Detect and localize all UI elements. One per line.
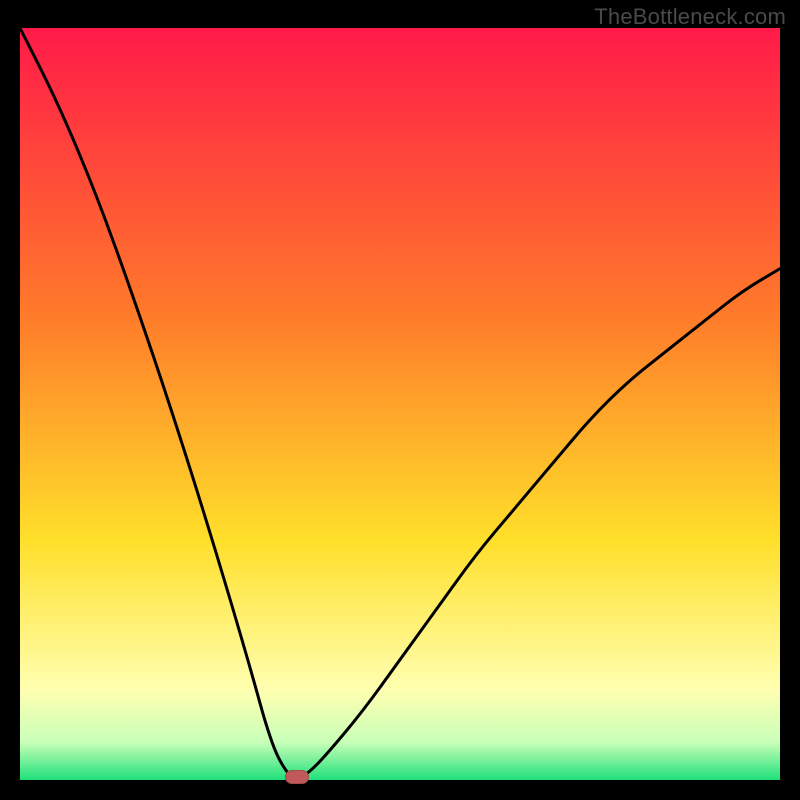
optimal-marker (285, 770, 309, 784)
plot-area (20, 28, 780, 780)
plot-svg (20, 28, 780, 780)
plot-background (20, 28, 780, 780)
chart-frame: TheBottleneck.com (0, 0, 800, 800)
watermark-text: TheBottleneck.com (594, 4, 786, 30)
